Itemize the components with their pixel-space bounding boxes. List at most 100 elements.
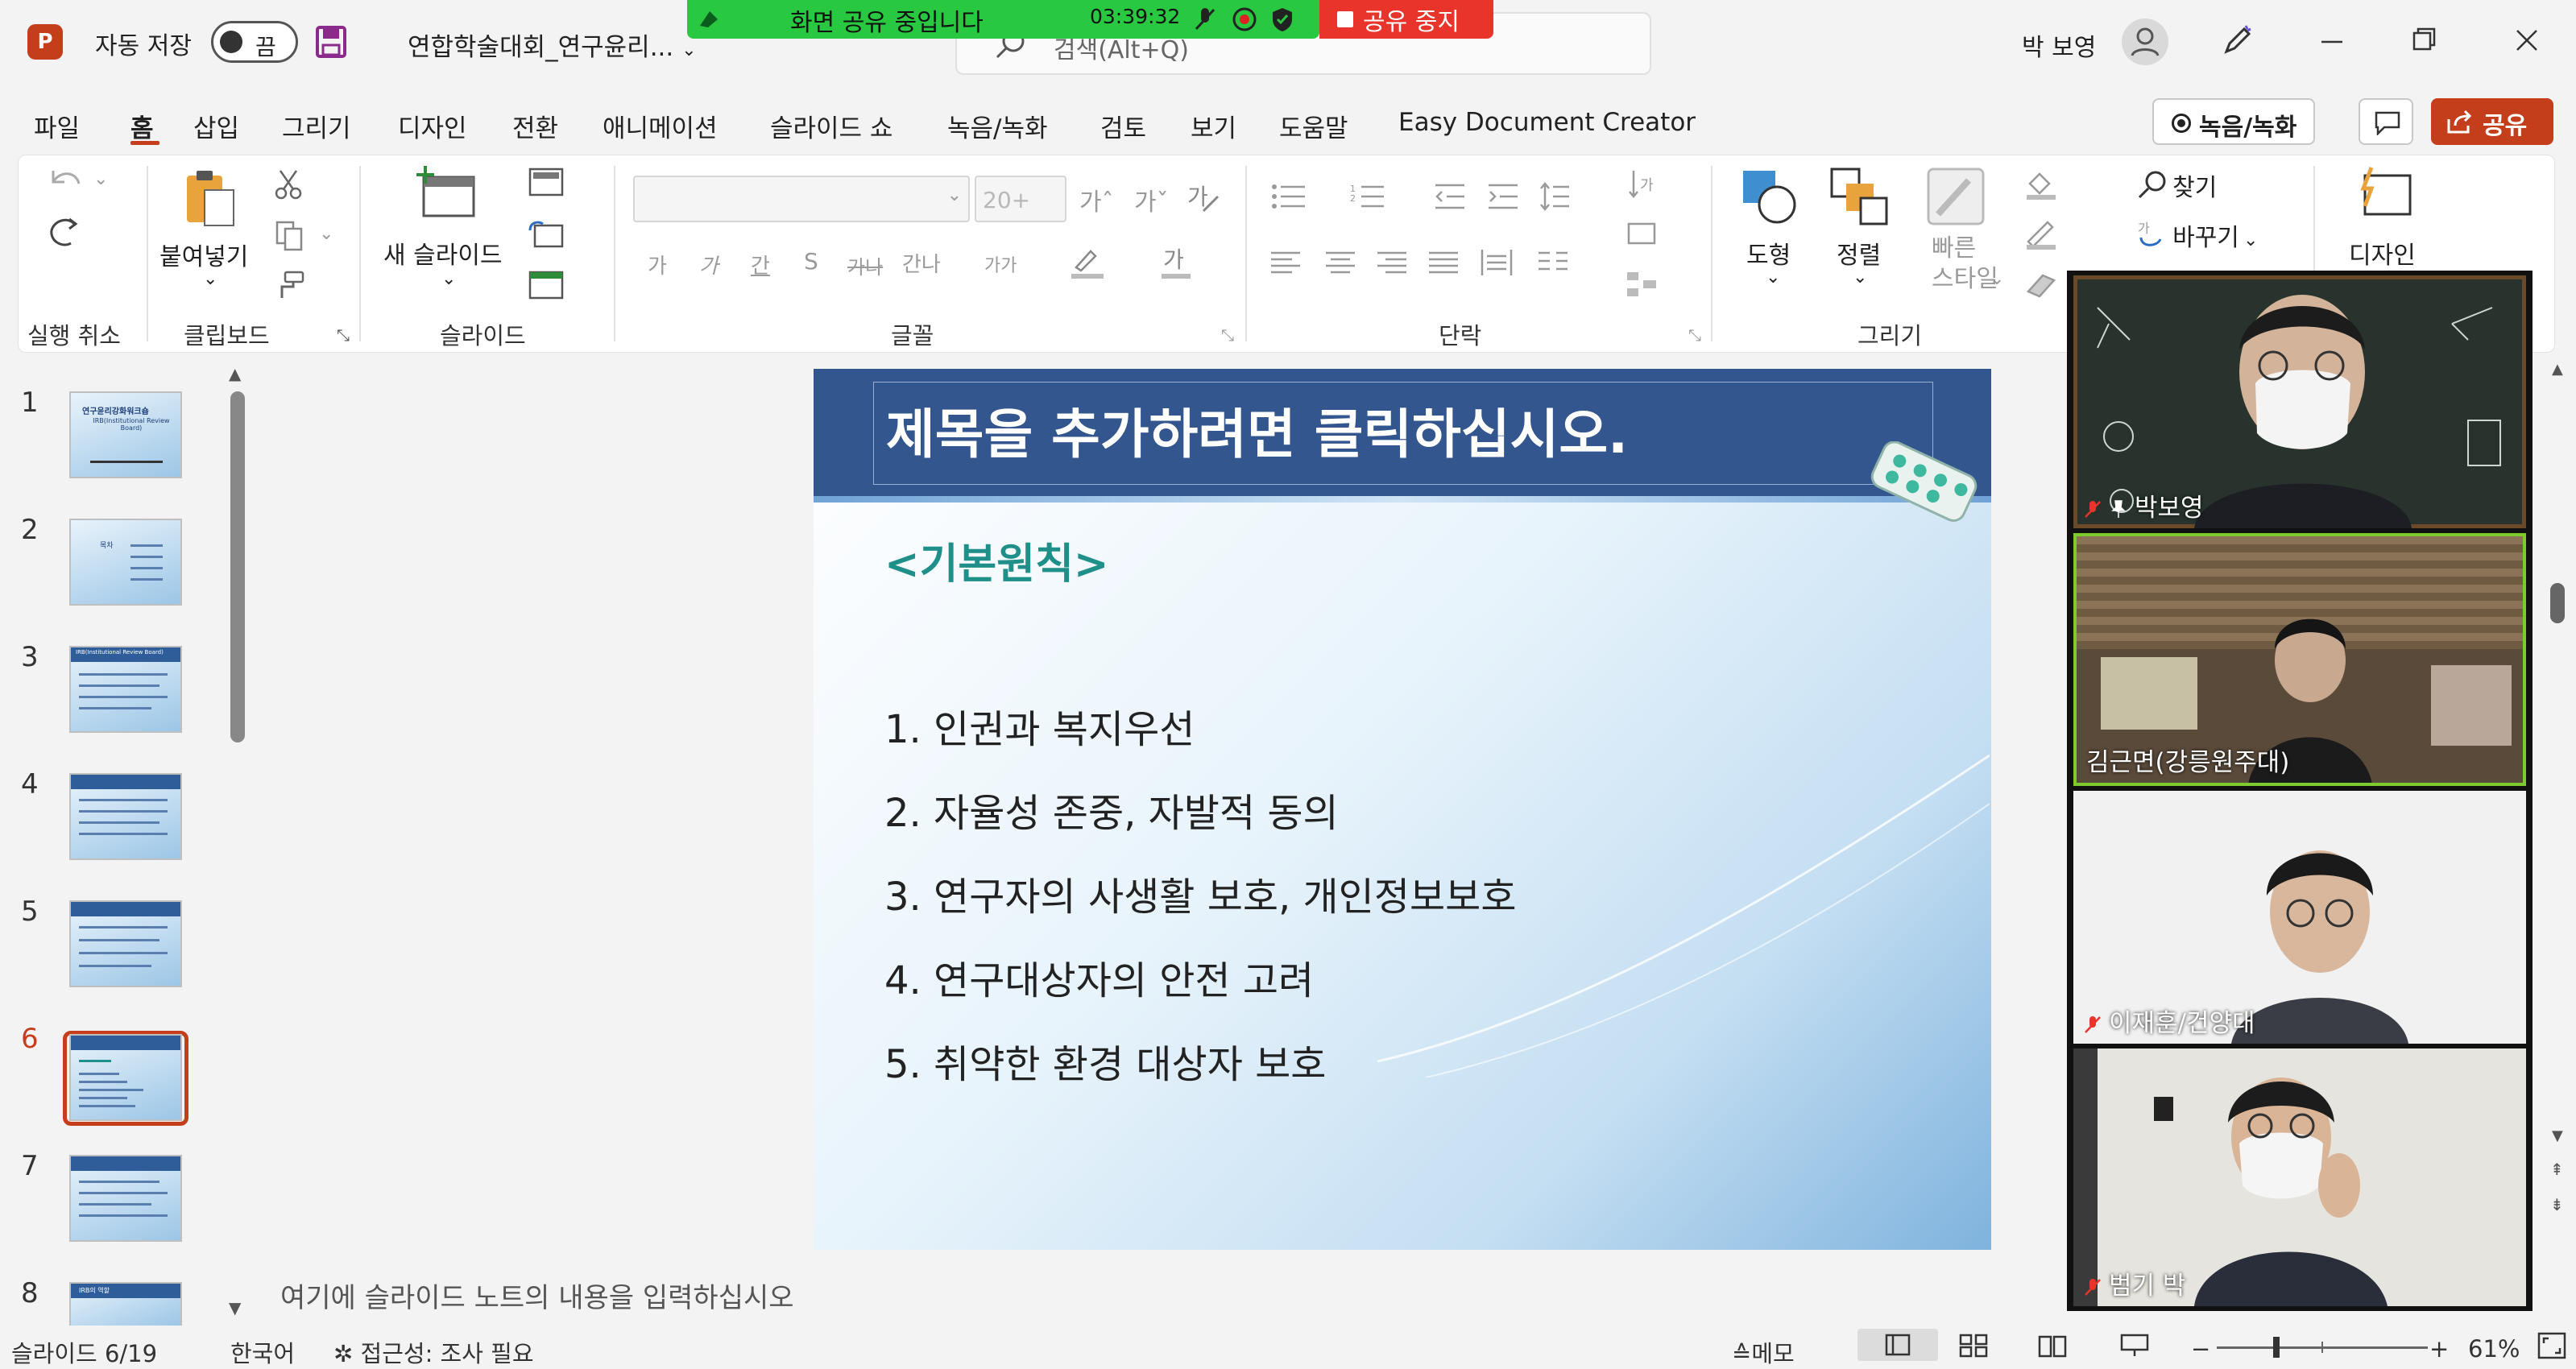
chevron-down-icon[interactable]: ⌄ bbox=[203, 269, 217, 289]
principle-item-4[interactable]: 4. 연구대상자의 안전 고려 bbox=[884, 949, 1314, 1005]
reset-slide-icon[interactable] bbox=[528, 219, 564, 248]
normal-view-icon[interactable] bbox=[1857, 1329, 1938, 1361]
scroll-up-icon[interactable]: ▲ bbox=[2552, 361, 2563, 378]
shapes-icon[interactable] bbox=[1740, 166, 1801, 227]
notes-button[interactable]: ≙메모 bbox=[1732, 1335, 1795, 1369]
increase-indent-icon[interactable] bbox=[1487, 182, 1519, 211]
shape-fill-icon[interactable] bbox=[2023, 168, 2059, 200]
menu-record[interactable]: 녹음/녹화 bbox=[947, 108, 1048, 144]
slide-title[interactable]: 제목을 추가하려면 클릭하십시오. bbox=[886, 391, 1628, 469]
section-icon[interactable] bbox=[528, 271, 564, 300]
numbering-icon[interactable]: 12 bbox=[1350, 182, 1385, 211]
align-center-icon[interactable] bbox=[1326, 250, 1355, 275]
bold-button[interactable]: 가 bbox=[648, 250, 667, 279]
zoom-slider[interactable] bbox=[2217, 1337, 2428, 1358]
align-left-icon[interactable] bbox=[1271, 250, 1300, 275]
slide-thumbnail-7[interactable] bbox=[69, 1155, 182, 1242]
underline-button[interactable]: 간 bbox=[751, 250, 770, 279]
record-button[interactable]: 녹음/녹화 bbox=[2152, 98, 2315, 145]
new-slide-button[interactable]: 새 슬라이드 bbox=[383, 235, 503, 271]
document-title[interactable]: 연합학술대회_연구윤리... ⌄ bbox=[408, 27, 697, 63]
undo-icon[interactable] bbox=[45, 164, 84, 196]
slide-thumbnail-6[interactable] bbox=[69, 1034, 182, 1121]
align-right-icon[interactable] bbox=[1377, 250, 1406, 275]
slideshow-icon[interactable] bbox=[2120, 1334, 2149, 1358]
designer-icon[interactable] bbox=[2354, 166, 2415, 224]
principle-item-3[interactable]: 3. 연구자의 사생활 보호, 개인정보보호 bbox=[884, 865, 1517, 921]
dialog-launcher-icon[interactable]: ⤡ bbox=[337, 325, 350, 345]
comments-button[interactable] bbox=[2359, 98, 2413, 145]
dialog-launcher-icon[interactable]: ⤡ bbox=[1688, 325, 1701, 345]
mic-muted-icon[interactable] bbox=[1193, 6, 1217, 32]
participant-tile-3[interactable]: 이재훈/건양대 bbox=[2073, 791, 2526, 1044]
thumbnail-scrollbar[interactable] bbox=[230, 391, 245, 742]
replace-button[interactable]: 가 바꾸기 ⌄ bbox=[2136, 217, 2258, 253]
principle-heading[interactable]: <기본원칙> bbox=[884, 530, 1109, 590]
grow-font-button[interactable]: 가ˆ bbox=[1079, 182, 1114, 217]
slide-thumbnail-3[interactable]: IRB(Institutional Review Board) bbox=[69, 646, 182, 733]
text-direction-icon[interactable]: 가 bbox=[1626, 168, 1658, 200]
distributed-icon[interactable] bbox=[1481, 248, 1513, 277]
decrease-indent-icon[interactable] bbox=[1434, 182, 1466, 211]
clear-format-icon[interactable]: 가 bbox=[1186, 179, 1221, 214]
strikethrough-button[interactable]: 가나 bbox=[847, 251, 883, 279]
menu-home[interactable]: 홈 bbox=[130, 108, 154, 144]
scroll-down-icon[interactable]: ▼ bbox=[229, 1298, 241, 1317]
menu-file[interactable]: 파일 bbox=[34, 108, 80, 144]
layout-icon[interactable] bbox=[528, 168, 564, 196]
pen-icon[interactable] bbox=[2222, 24, 2254, 56]
redo-icon[interactable] bbox=[45, 214, 84, 253]
participant-tile-1[interactable]: 박보영 bbox=[2073, 275, 2526, 528]
font-size-select[interactable]: 20+ bbox=[975, 176, 1066, 222]
avatar[interactable] bbox=[2122, 19, 2168, 65]
menu-view[interactable]: 보기 bbox=[1191, 108, 1236, 144]
menu-easy-document-creator[interactable]: Easy Document Creator bbox=[1398, 108, 1696, 137]
find-button[interactable]: 찾기 bbox=[2136, 168, 2217, 203]
scrollbar-thumb[interactable] bbox=[2550, 583, 2565, 623]
minimize-icon[interactable] bbox=[2320, 24, 2344, 56]
principle-item-2[interactable]: 2. 자율성 존중, 자발적 동의 bbox=[884, 781, 1339, 838]
slide-thumbnail-8[interactable]: IRB의 역할 bbox=[69, 1282, 182, 1327]
zoom-in-icon[interactable]: + bbox=[2429, 1335, 2449, 1363]
reading-view-icon[interactable] bbox=[2038, 1334, 2067, 1358]
menu-design[interactable]: 디자인 bbox=[398, 108, 467, 144]
notes-pane[interactable]: 여기에 슬라이드 노트의 내용을 입력하십시오 bbox=[256, 1269, 2069, 1317]
slide-thumbnail-1[interactable]: 연구윤리강화워크숍 IRB(Institutional Review Board) bbox=[69, 391, 182, 478]
language-indicator[interactable]: 한국어 bbox=[230, 1335, 295, 1369]
previous-slide-icon[interactable]: ⇞ bbox=[2550, 1160, 2564, 1179]
scroll-up-icon[interactable]: ▲ bbox=[229, 364, 241, 383]
arrange-button[interactable]: 정렬 bbox=[1837, 235, 1881, 271]
fit-to-window-icon[interactable] bbox=[2537, 1332, 2566, 1359]
change-case-button[interactable]: 가가 bbox=[984, 251, 1017, 277]
close-icon[interactable] bbox=[2515, 24, 2539, 56]
vertical-scrollbar[interactable]: ▲ ▼ ⇞ ⇟ bbox=[2542, 354, 2574, 1321]
menu-insert[interactable]: 삽입 bbox=[193, 108, 239, 144]
menu-draw[interactable]: 그리기 bbox=[282, 108, 351, 144]
font-color-icon[interactable]: 가 bbox=[1160, 245, 1192, 280]
zoom-level[interactable]: 61% bbox=[2468, 1335, 2520, 1363]
slide-canvas[interactable]: 제목을 추가하려면 클릭하십시오. <기본원칙> 1. 인권과 복지우선 2. … bbox=[814, 369, 1991, 1250]
zoom-out-icon[interactable]: − bbox=[2191, 1335, 2210, 1363]
principle-item-5[interactable]: 5. 취약한 환경 대상자 보호 bbox=[884, 1032, 1326, 1089]
arrange-icon[interactable] bbox=[1828, 166, 1890, 227]
undo-dropdown-icon[interactable]: ⌄ bbox=[93, 169, 108, 189]
cut-icon[interactable] bbox=[274, 168, 303, 200]
menu-transitions[interactable]: 전환 bbox=[512, 108, 558, 144]
record-icon[interactable] bbox=[1232, 6, 1257, 32]
slide-thumbnail-2[interactable]: 목차 bbox=[69, 519, 182, 606]
chevron-down-icon[interactable]: ⌄ bbox=[441, 269, 456, 289]
stop-share-button[interactable]: 공유 중지 bbox=[1319, 0, 1493, 39]
font-name-select[interactable]: ⌄ bbox=[633, 176, 970, 222]
shield-icon[interactable] bbox=[1270, 6, 1294, 32]
paste-button[interactable]: 붙여넣기 bbox=[159, 237, 248, 272]
chevron-down-icon[interactable]: ⌄ bbox=[1990, 269, 2004, 289]
highlight-icon[interactable] bbox=[1068, 245, 1108, 280]
participant-tile-2[interactable]: 김근면(강릉원주대) bbox=[2073, 533, 2526, 786]
next-slide-icon[interactable]: ⇟ bbox=[2550, 1195, 2564, 1214]
participant-tile-4[interactable]: 범기 박 bbox=[2073, 1048, 2526, 1306]
slide-sorter-icon[interactable] bbox=[1959, 1334, 1988, 1358]
slide-thumbnail-5[interactable] bbox=[69, 900, 182, 987]
shrink-font-button[interactable]: 가ˇ bbox=[1134, 182, 1169, 217]
line-spacing-icon[interactable] bbox=[1539, 180, 1571, 213]
format-painter-icon[interactable] bbox=[274, 269, 306, 301]
